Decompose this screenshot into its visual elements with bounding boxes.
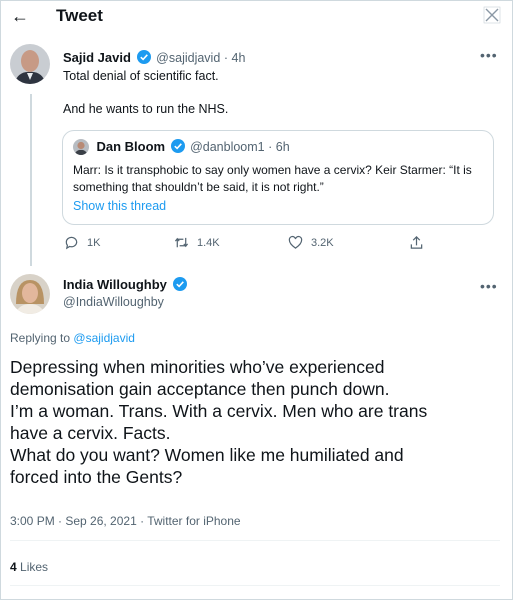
reply-button[interactable]: 1K <box>64 235 100 250</box>
quote-text: Marr: Is it transphobic to say only wome… <box>73 163 472 194</box>
tweet-header: India Willoughby <box>63 277 189 292</box>
retweet-count: 1.4K <box>197 236 220 249</box>
replying-to: Replying to @sajidjavid <box>10 331 135 345</box>
retweet-icon <box>174 237 189 248</box>
quote-time: 6h <box>275 140 290 154</box>
separator-dot: · <box>223 51 232 65</box>
page-title: Tweet <box>56 6 103 25</box>
tweet-timestamp[interactable]: 3:00 PM · Sep 26, 2021 · Twitter for iPh… <box>10 514 241 528</box>
share-icon <box>410 236 423 249</box>
tweet-text-line: I’m a woman. Trans. With a cervix. Men w… <box>10 401 428 421</box>
verified-badge-icon <box>170 139 185 153</box>
likes-summary[interactable]: 4 Likes <box>10 560 48 574</box>
share-button[interactable] <box>409 235 432 250</box>
more-options-icon[interactable]: ••• <box>480 47 498 63</box>
tweet-text-line: What do you want? Women like me humiliat… <box>10 445 404 465</box>
divider <box>10 540 500 541</box>
tweet-text-line: And he wants to run the NHS. <box>63 102 229 116</box>
likes-count: 4 <box>10 560 17 574</box>
tweet-text-line: Total denial of scientific fact. <box>63 69 219 83</box>
reply-icon <box>65 236 78 250</box>
more-options-icon[interactable]: ••• <box>480 278 498 294</box>
thread-connector <box>30 94 32 266</box>
tweet-text-line: demonisation gain acceptance then punch … <box>10 379 390 399</box>
quote-author-name: Dan Bloom <box>96 139 166 154</box>
likes-label: Likes <box>20 560 49 574</box>
show-thread-link[interactable]: Show this thread <box>73 199 166 213</box>
author-handle[interactable]: @IndiaWilloughby <box>63 295 164 309</box>
quote-author-handle: @danbloom1 <box>190 140 265 154</box>
quote-avatar <box>73 139 89 155</box>
tweet-text-line: forced into the Gents? <box>10 467 183 487</box>
avatar[interactable] <box>10 44 50 84</box>
like-count: 3.2K <box>311 236 334 249</box>
close-icon[interactable] <box>483 6 501 24</box>
replying-to-handle-link[interactable]: @sajidjavid <box>73 331 135 345</box>
action-bar: 1K 1.4K 3.2K <box>62 235 442 253</box>
like-button[interactable]: 3.2K <box>288 235 334 250</box>
author-name[interactable]: India Willoughby <box>63 277 167 292</box>
quoted-tweet[interactable]: Dan Bloom @danbloom1 · 6h Marr: Is it tr… <box>62 130 494 225</box>
author-name[interactable]: Sajid Javid <box>63 50 131 65</box>
tweet-time[interactable]: 4h <box>232 51 246 65</box>
avatar[interactable] <box>10 274 50 314</box>
verified-badge-icon <box>172 277 187 291</box>
divider <box>10 585 500 586</box>
replying-to-label: Replying to <box>10 331 71 345</box>
arrow-left-icon[interactable]: ← <box>11 6 29 27</box>
tweet-text-line: Depressing when minorities who’ve experi… <box>10 357 385 377</box>
quote-header: Dan Bloom @danbloom1 · 6h <box>73 139 290 155</box>
retweet-button[interactable]: 1.4K <box>174 235 220 250</box>
separator-dot: · <box>268 140 276 154</box>
author-handle[interactable]: @sajidjavid <box>156 51 220 65</box>
tweet-text: Depressing when minorities who’ve experi… <box>10 356 500 488</box>
verified-badge-icon <box>136 50 151 64</box>
header: ← Tweet <box>0 0 511 36</box>
tweet-text-line: have a cervix. Facts. <box>10 423 171 443</box>
reply-count: 1K <box>87 236 101 249</box>
heart-icon <box>288 235 303 249</box>
tweet-header: Sajid Javid @sajidjavid · 4h <box>63 50 245 65</box>
